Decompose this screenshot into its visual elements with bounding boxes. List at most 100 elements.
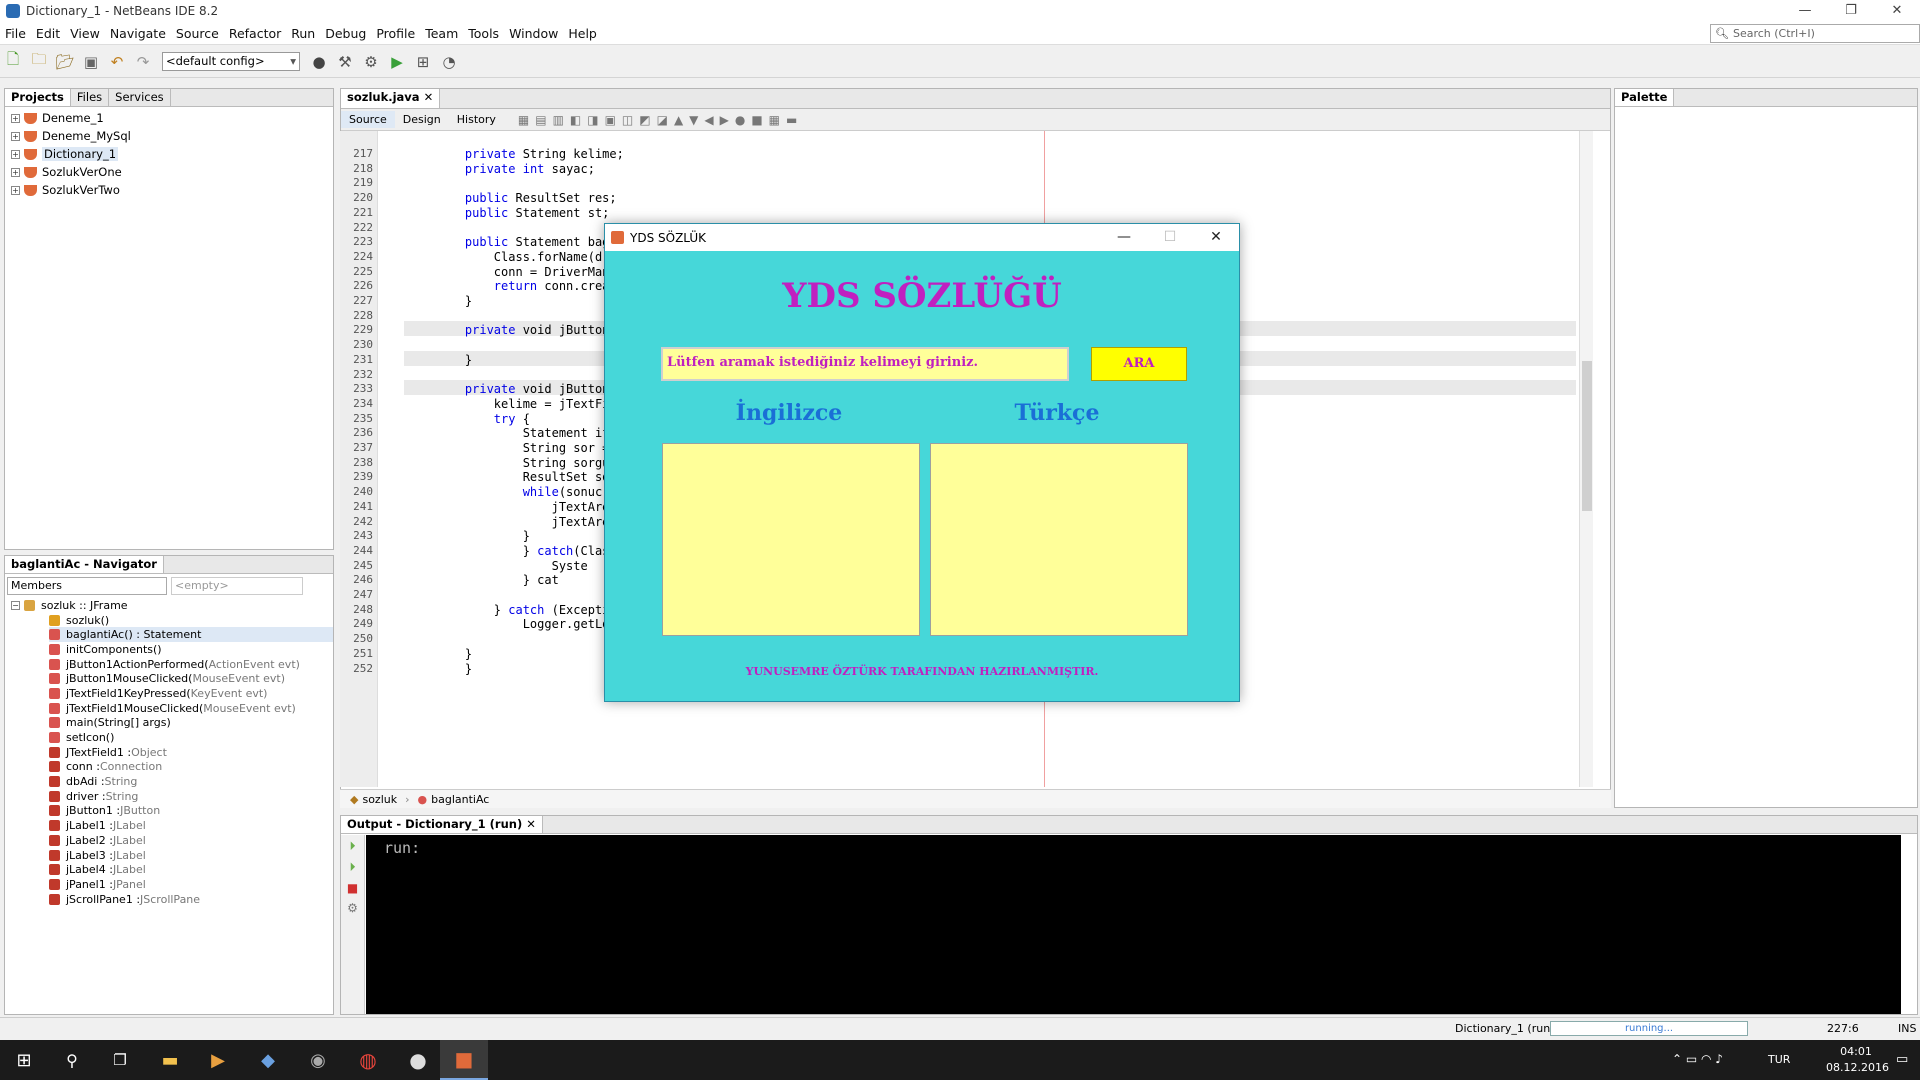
menu-file[interactable]: File	[0, 26, 31, 41]
code-line[interactable]: }	[436, 647, 472, 661]
tab-palette[interactable]: Palette	[1615, 89, 1675, 106]
navigator-member-item[interactable]: setIcon()	[49, 730, 333, 745]
new-project-icon[interactable]: 🗀	[28, 50, 50, 73]
minimize-button[interactable]: —	[1782, 0, 1828, 22]
code-line[interactable]: conn = DriverMana	[436, 265, 617, 279]
tray-icons[interactable]: ⌃ ▭ ◠ ♪	[1672, 1052, 1723, 1066]
app-button[interactable]: ◉	[294, 1040, 342, 1080]
code-line[interactable]: while(sonuc.n	[436, 485, 617, 499]
menu-help[interactable]: Help	[563, 26, 602, 41]
code-line[interactable]: }	[436, 353, 472, 367]
menu-view[interactable]: View	[65, 26, 105, 41]
close-tab-icon[interactable]: ✕	[424, 90, 434, 104]
navigator-member-item[interactable]: jTextField1KeyPressed(KeyEvent evt)	[49, 686, 333, 701]
code-line[interactable]: jTextArea	[436, 515, 617, 529]
input-language[interactable]: TUR	[1768, 1053, 1790, 1066]
code-line[interactable]: private int sayac;	[436, 162, 595, 176]
search-input[interactable]: 🔍︎ Search (Ctrl+I)	[1710, 24, 1920, 43]
code-line[interactable]: }	[436, 294, 472, 308]
navigator-member-item[interactable]: jLabel3 : JLabel	[49, 848, 333, 863]
search-word-input[interactable]: Lütfen aramak istediğiniz kelimeyi girin…	[661, 347, 1069, 381]
rerun-alt-icon[interactable]: ⏵	[341, 860, 364, 875]
tab-output[interactable]: Output - Dictionary_1 (run) ✕	[341, 816, 543, 833]
stop-icon[interactable]: ■	[341, 881, 364, 895]
breadcrumb-sozluk[interactable]: sozluk	[362, 793, 397, 806]
dialog-minimize-button[interactable]: —	[1101, 224, 1147, 251]
turkish-text-area[interactable]	[930, 443, 1188, 636]
menu-run[interactable]: Run	[286, 26, 320, 41]
code-line[interactable]: } cat	[436, 573, 559, 587]
config-select[interactable]: <default config>	[162, 52, 300, 71]
code-line[interactable]: Class.forName(dri	[436, 250, 617, 264]
navigator-member-item[interactable]: jPanel1 : JPanel	[49, 877, 333, 892]
navigator-member-item[interactable]: JTextField1 : Object	[49, 745, 333, 760]
code-line[interactable]: private void jButton1	[436, 382, 617, 396]
code-line[interactable]: public Statement st;	[436, 206, 610, 220]
navigator-root[interactable]: − sozluk :: JFrame	[5, 598, 333, 613]
ara-button[interactable]: ARA	[1091, 347, 1187, 381]
code-line[interactable]: public Statement bagl	[436, 235, 617, 249]
code-line[interactable]: kelime = jTextFie	[436, 397, 617, 411]
task-view-button[interactable]: ❐	[96, 1040, 144, 1080]
settings-icon[interactable]: ⚙	[341, 901, 364, 915]
expand-icon[interactable]: +	[11, 131, 20, 141]
expand-icon[interactable]: +	[11, 149, 20, 159]
close-tab-icon[interactable]: ✕	[526, 817, 536, 831]
open-project-icon[interactable]: 📂︎	[54, 51, 76, 73]
expand-icon[interactable]: +	[11, 113, 20, 123]
navigator-member-item[interactable]: conn : Connection	[49, 760, 333, 775]
navigator-member-item[interactable]: sozluk()	[49, 613, 333, 628]
dialog-maximize-button[interactable]: ☐	[1147, 224, 1193, 251]
menu-source[interactable]: Source	[171, 26, 224, 41]
start-button[interactable]: ⊞	[0, 1040, 48, 1080]
close-button[interactable]: ✕	[1874, 0, 1920, 22]
tab-sozluk-java[interactable]: sozluk.java ✕	[341, 89, 441, 108]
clock-time[interactable]: 04:01	[1826, 1045, 1886, 1058]
code-line[interactable]: } catch(Class	[436, 544, 617, 558]
navigator-member-item[interactable]: jTextField1MouseClicked(MouseEvent evt)	[49, 701, 333, 716]
clock-date[interactable]: 08.12.2016	[1826, 1061, 1889, 1074]
expand-icon[interactable]: +	[11, 185, 20, 195]
notifications-icon[interactable]: ▭	[1896, 1052, 1908, 1067]
rerun-icon[interactable]: ⏵	[341, 839, 364, 854]
chrome-button[interactable]: ◍	[344, 1040, 392, 1080]
globe-icon[interactable]: ●	[308, 51, 330, 73]
menu-team[interactable]: Team	[420, 26, 463, 41]
tab-design[interactable]: Design	[395, 111, 449, 128]
navigator-member-item[interactable]: jLabel4 : JLabel	[49, 862, 333, 877]
navigator-member-item[interactable]: jButton1ActionPerformed(ActionEvent evt)	[49, 657, 333, 672]
code-line[interactable]: try {	[436, 412, 530, 426]
code-line[interactable]: Statement ifa	[436, 426, 617, 440]
code-line[interactable]: private void jButton1	[436, 323, 617, 337]
menu-window[interactable]: Window	[504, 26, 563, 41]
search-button[interactable]: ⚲	[48, 1040, 96, 1080]
project-item[interactable]: + Deneme_MySql	[5, 127, 333, 145]
breadcrumb-baglantiac[interactable]: baglantiAc	[431, 793, 489, 806]
navigator-member-item[interactable]: jButton1MouseClicked(MouseEvent evt)	[49, 671, 333, 686]
members-filter-select[interactable]: Members	[7, 577, 167, 595]
tab-services[interactable]: Services	[109, 89, 171, 106]
menu-refactor[interactable]: Refactor	[224, 26, 286, 41]
navigator-member-item[interactable]: jButton1 : JButton	[49, 804, 333, 819]
project-item[interactable]: + SozlukVerTwo	[5, 181, 333, 199]
menu-profile[interactable]: Profile	[371, 26, 420, 41]
expand-icon[interactable]: +	[11, 167, 20, 177]
navigator-member-item[interactable]: dbAdi : String	[49, 774, 333, 789]
navigator-member-item[interactable]: driver : String	[49, 789, 333, 804]
menu-tools[interactable]: Tools	[463, 26, 504, 41]
tab-source[interactable]: Source	[341, 111, 395, 128]
editor-toolbar-icons[interactable]: ▦▤▥◧◨▣◫◩◪▲▼◀▶●■▦▬	[518, 113, 803, 127]
menu-debug[interactable]: Debug	[320, 26, 371, 41]
undo-icon[interactable]: ↶	[106, 51, 128, 73]
code-line[interactable]: ResultSet son	[436, 470, 617, 484]
code-line[interactable]: return conn.creat	[436, 279, 617, 293]
restore-button[interactable]: ❐	[1828, 0, 1874, 22]
english-text-area[interactable]	[662, 443, 920, 636]
github-button[interactable]: ●	[394, 1040, 442, 1080]
navigator-member-item[interactable]: jLabel2 : JLabel	[49, 833, 333, 848]
profile-icon[interactable]: ◔	[438, 51, 460, 73]
redo-icon[interactable]: ↷	[132, 51, 154, 73]
navigator-member-item[interactable]: main(String[] args)	[49, 716, 333, 731]
editor-scrollbar[interactable]	[1579, 131, 1593, 787]
project-item-selected[interactable]: + Dictionary_1	[5, 145, 333, 163]
